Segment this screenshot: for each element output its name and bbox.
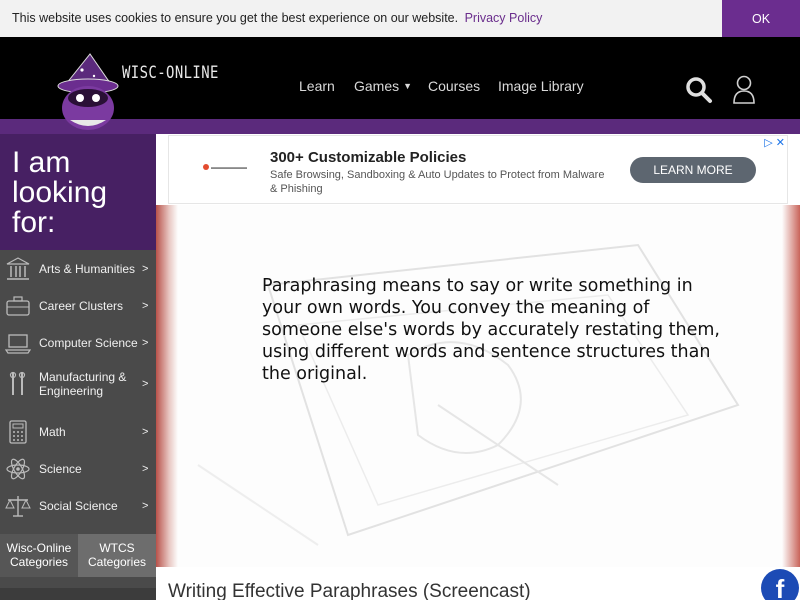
nav-games[interactable]: Games ▼ [354,78,412,94]
sidebar-item-label: Math [39,424,66,439]
ad-title: 300+ Customizable Policies [270,149,467,166]
video-right-edge [782,205,800,567]
scales-icon [5,495,31,517]
sidebar-item-computer-science[interactable]: Computer Science > [0,324,156,361]
sidebar-item-label: Science [39,461,82,476]
video-player[interactable]: Paraphrasing means to say or write somet… [156,205,800,567]
sidebar-item-label: Computer Science [39,335,138,350]
cookie-banner: This website uses cookies to ensure you … [0,0,800,37]
caret-down-icon: ▼ [403,81,413,91]
sidebar-footer-strip [0,588,156,600]
laptop-icon [5,333,31,354]
tab-wisc-online-categories[interactable]: Wisc-Online Categories [0,534,78,577]
cookie-ok-button[interactable]: OK [722,0,800,37]
advertisement-banner[interactable]: ▬▬▬▬▬▬ 300+ Customizable Policies Safe B… [168,135,788,204]
nav-courses[interactable]: Courses [428,78,480,94]
tab-wtcs-categories[interactable]: WTCS Categories [78,534,156,577]
sidebar-item-label: Social Science [39,498,118,513]
sidebar-item-science[interactable]: Science > [0,450,156,487]
looking-for-heading: I am looking for: [0,134,156,250]
video-caption-text: Paraphrasing means to say or write somet… [262,276,720,384]
chevron-right-icon: > [142,262,149,275]
chevron-right-icon: > [142,499,149,512]
category-menu: Arts & Humanities > Career Clusters > Co… [0,250,156,534]
privacy-policy-link[interactable]: Privacy Policy [465,11,543,25]
atom-icon [6,458,30,479]
sidebar-item-career-clusters[interactable]: Career Clusters > [0,287,156,324]
video-left-edge [156,205,178,567]
sidebar-item-math[interactable]: Math > [0,413,156,450]
advertiser-logo: ▬▬▬▬▬▬ [203,164,247,171]
nav-games-label: Games [354,78,400,94]
ad-description: Safe Browsing, Sandboxing & Auto Updates… [270,169,605,195]
sidebar-item-label: Arts & Humanities [39,261,136,276]
cookie-message: This website uses cookies to ensure you … [12,11,542,25]
nav-image-library[interactable]: Image Library [498,78,584,94]
page-title: Writing Effective Paraphrases (Screencas… [168,581,531,600]
facebook-icon[interactable]: f [761,569,799,600]
search-icon[interactable] [685,76,713,104]
chevron-right-icon: > [142,336,149,349]
nav-learn[interactable]: Learn [299,78,335,94]
ad-learn-more-button[interactable]: LEARN MORE [630,157,756,183]
sidebar-item-social-science[interactable]: Social Science > [0,487,156,524]
sidebar-item-manufacturing-engineering[interactable]: Manufacturing & Engineering > [0,361,156,407]
sidebar-item-label: Career Clusters [39,298,124,313]
columns-icon [6,256,30,280]
logo-wordmark[interactable]: WISC-ONLINE [122,63,219,83]
calculator-icon [9,419,27,444]
user-icon[interactable] [732,74,756,104]
briefcase-icon [6,295,30,316]
sidebar-item-label: Manufacturing & Engineering [39,370,127,398]
sidebar-item-arts-humanities[interactable]: Arts & Humanities > [0,250,156,287]
cookie-text: This website uses cookies to ensure you … [12,11,459,25]
chevron-right-icon: > [142,425,149,438]
tools-icon [9,371,26,395]
ad-choices-icon[interactable]: ▷ ✕ [764,136,785,149]
chevron-right-icon: > [142,299,149,312]
hand-drawing-sketch [197,243,740,546]
chevron-right-icon: > [142,462,149,475]
chevron-right-icon: > [142,378,149,390]
